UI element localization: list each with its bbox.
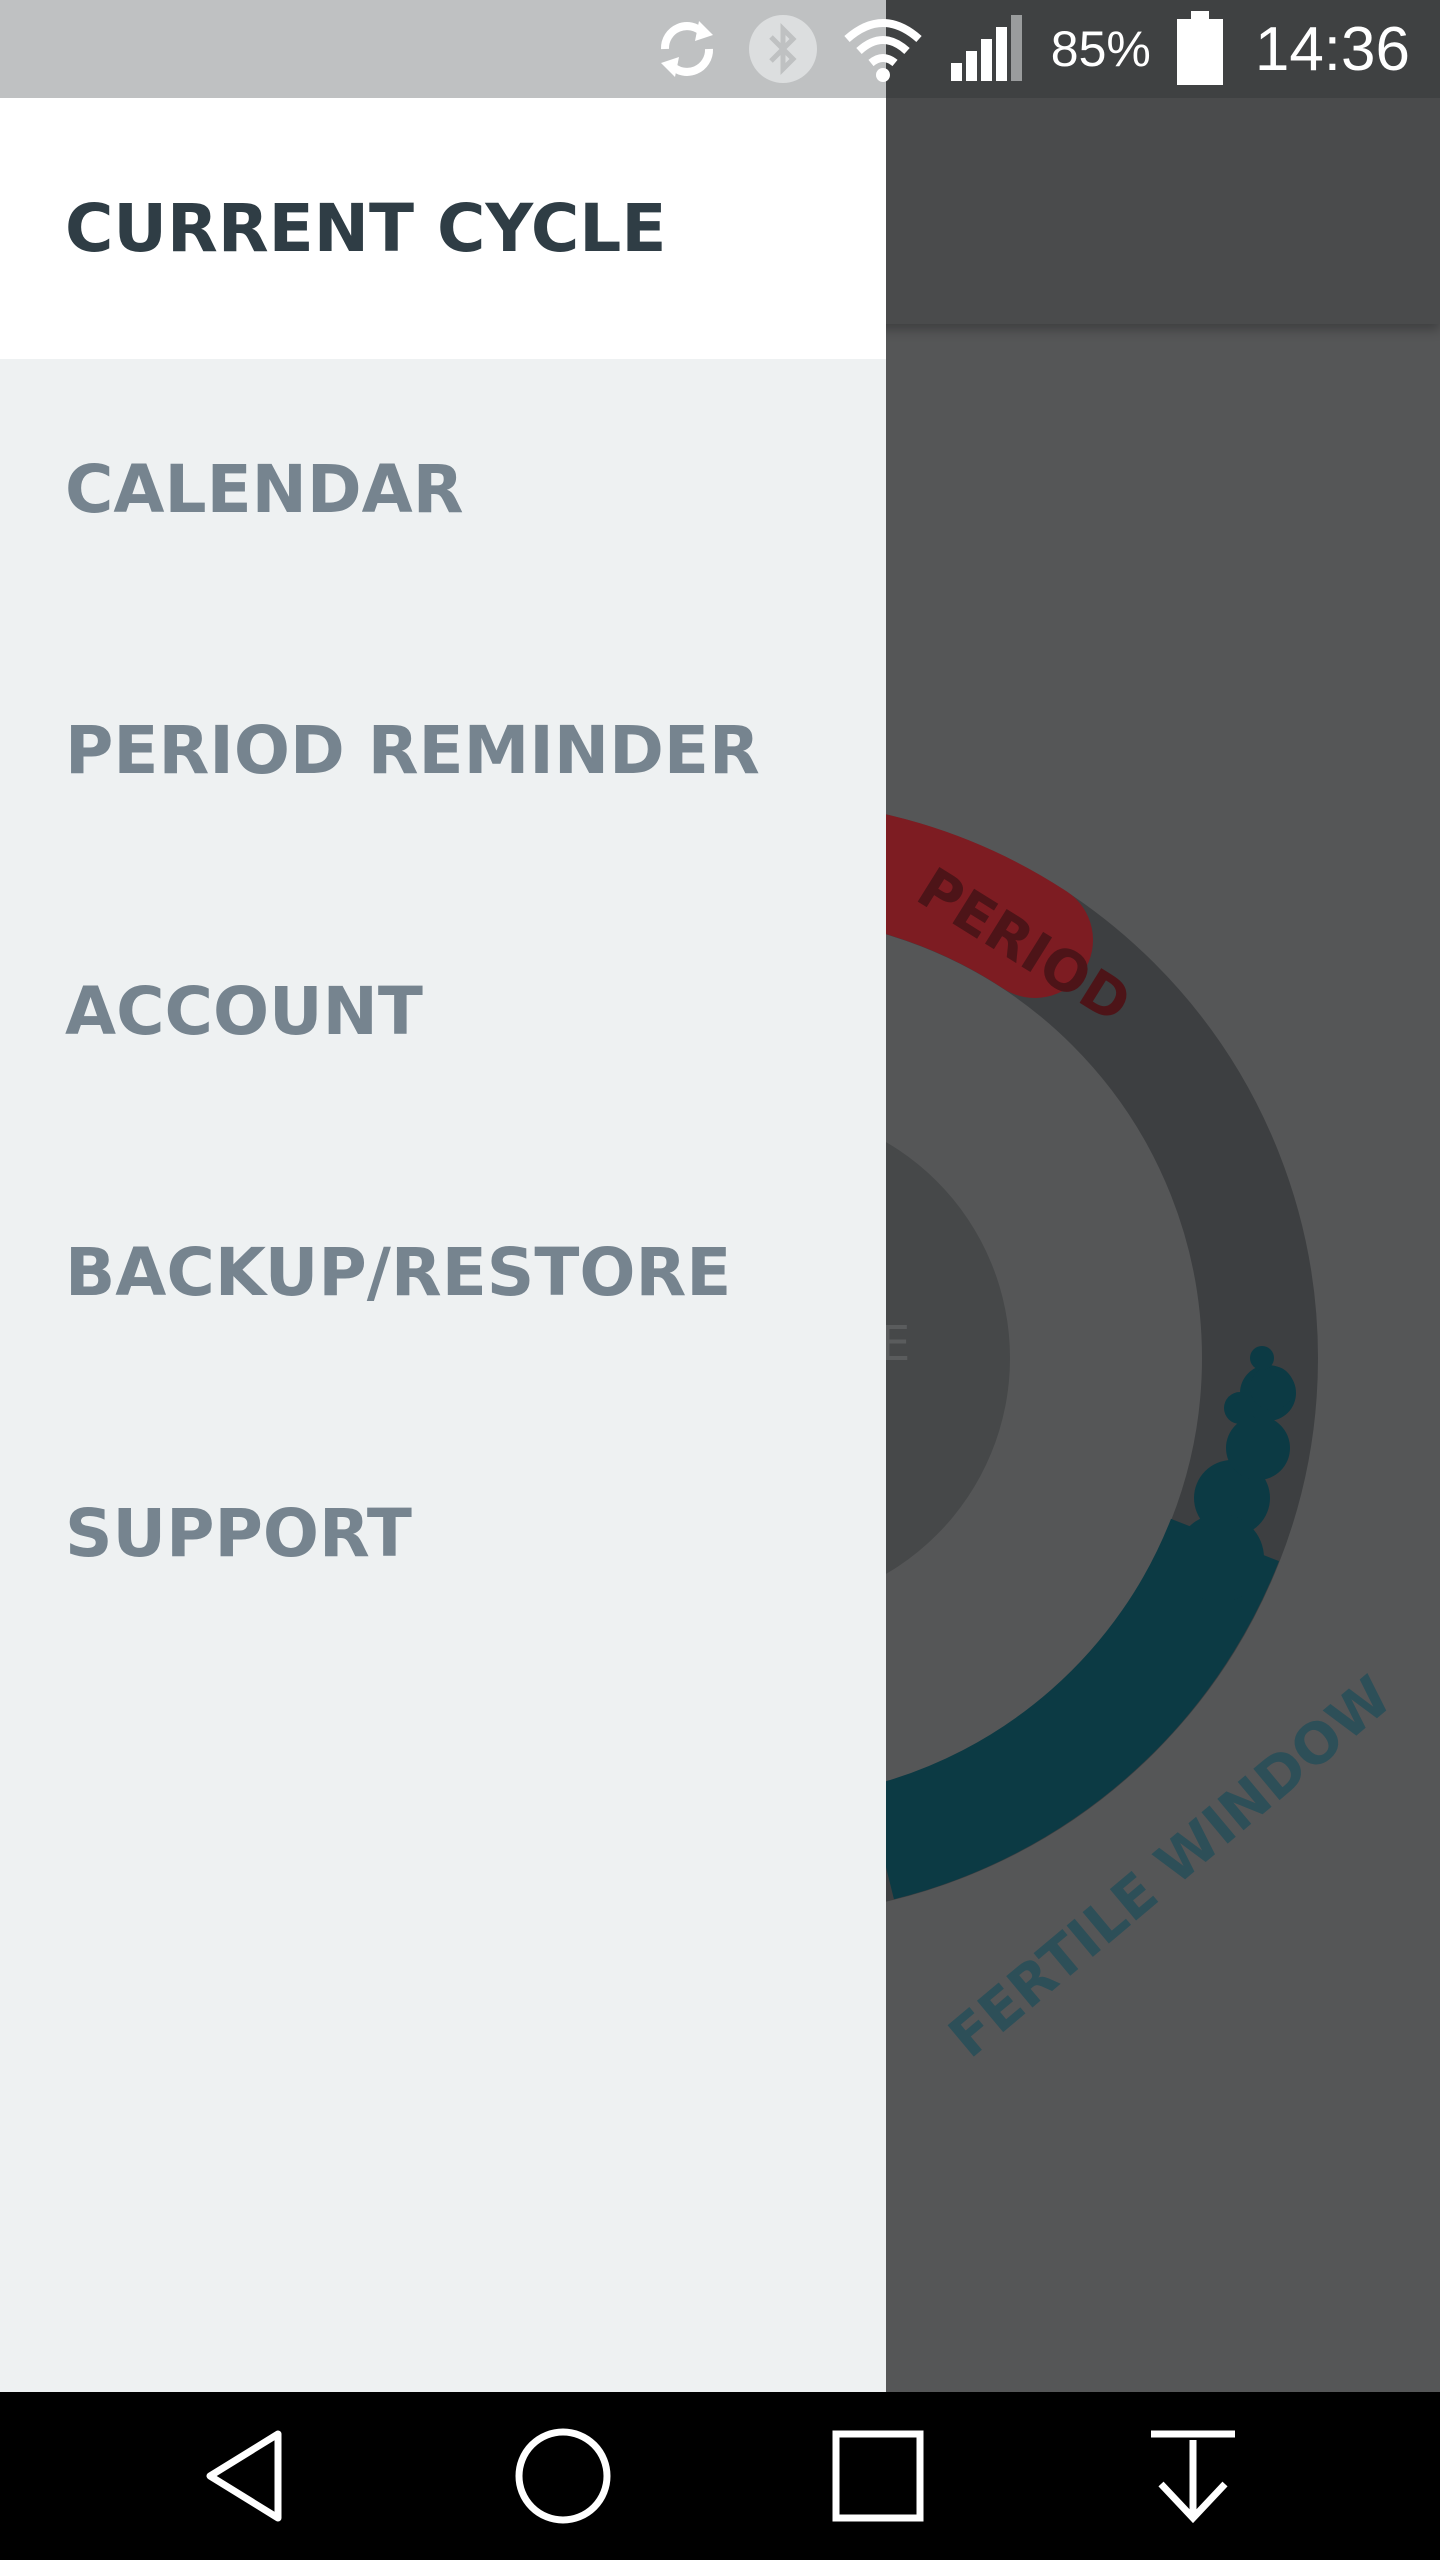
drawer-item-calendar[interactable]: CALENDAR [0, 359, 886, 620]
home-icon[interactable] [493, 2406, 633, 2546]
drawer-item-label: BACKUP/RESTORE [65, 1234, 732, 1311]
clock: 14:36 [1254, 14, 1410, 84]
recents-icon[interactable] [808, 2406, 948, 2546]
signal-icon [947, 13, 1027, 85]
battery-percent: 85% [1050, 21, 1151, 77]
bluetooth-icon [747, 13, 819, 85]
back-icon[interactable] [178, 2406, 318, 2546]
wifi-icon [843, 13, 923, 85]
sync-icon [651, 13, 723, 85]
drawer-item-period-reminder[interactable]: PERIOD REMINDER [0, 620, 886, 881]
drawer-item-label: PERIOD REMINDER [65, 712, 760, 789]
drawer-item-support[interactable]: SUPPORT [0, 1403, 886, 1664]
drawer-item-account[interactable]: ACCOUNT [0, 881, 886, 1142]
notification-pull-icon[interactable] [1123, 2406, 1263, 2546]
status-bar: 85% 14:36 [0, 0, 1440, 98]
system-navigation-bar [0, 2392, 1440, 2560]
battery-icon [1175, 11, 1225, 87]
drawer-item-label: SUPPORT [65, 1495, 412, 1572]
drawer-item-label: CALENDAR [65, 451, 464, 528]
drawer-item-backup-restore[interactable]: BACKUP/RESTORE [0, 1142, 886, 1403]
status-items: 85% 14:36 [651, 11, 1410, 87]
drawer-item-label: CURRENT CYCLE [65, 190, 667, 267]
drawer-item-current-cycle[interactable]: CURRENT CYCLE [0, 98, 886, 359]
navigation-drawer: CURRENT CYCLE CALENDAR PERIOD REMINDER A… [0, 98, 886, 2392]
drawer-item-label: ACCOUNT [65, 973, 423, 1050]
